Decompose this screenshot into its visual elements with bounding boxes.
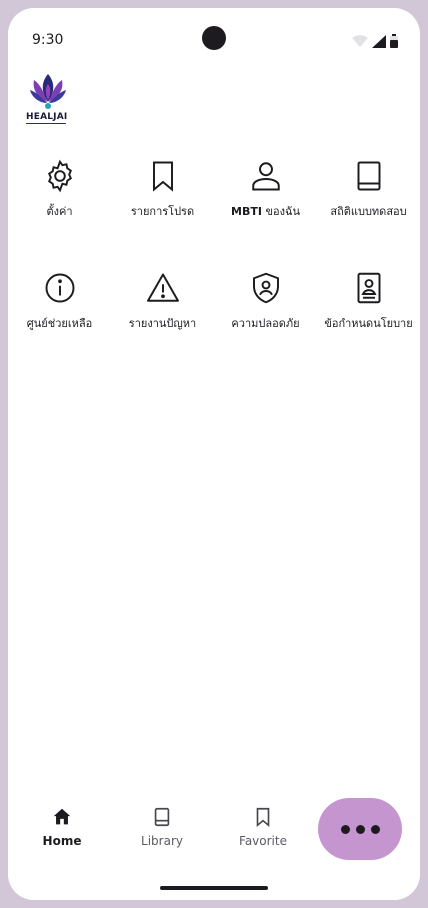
wifi-icon xyxy=(352,35,368,47)
lotus-logo-icon xyxy=(30,74,66,109)
menu-item-quiz-stats[interactable]: สถิติแบบทดสอบ xyxy=(317,158,420,220)
menu-item-label: ตั้งค่า xyxy=(46,205,73,218)
camera-cutout xyxy=(202,26,226,50)
more-button[interactable] xyxy=(318,798,402,860)
menu-item-label: รายการโปรด xyxy=(130,205,195,218)
more-dot-icon xyxy=(370,824,380,834)
menu-item-label: MBTI ของฉัน xyxy=(231,202,300,220)
menu-item-label: ศูนย์ช่วยเหลือ xyxy=(26,317,93,330)
menu-item-my-mbti[interactable]: MBTI ของฉัน xyxy=(214,158,317,220)
bottom-navigation: Home Library Favorite xyxy=(8,788,420,900)
menu-item-label: รายงานปัญหา xyxy=(128,317,197,330)
logo-underline xyxy=(26,123,66,124)
home-icon xyxy=(53,808,71,825)
bookmark-icon xyxy=(152,161,173,192)
menu-grid: ตั้งค่า รายการโปรด MBTI ของฉัน สถิติแบบท… xyxy=(8,158,420,332)
contact-book-icon xyxy=(357,272,380,304)
healjai-logo: HEALJAI xyxy=(26,72,70,124)
logo-text: HEALJAI xyxy=(26,112,68,122)
more-dot-icon xyxy=(340,824,350,834)
menu-item-label: ข้อกำหนดนโยบาย xyxy=(324,317,413,330)
menu-item-terms-policy[interactable]: ข้อกำหนดนโยบาย xyxy=(317,270,420,332)
menu-item-report-problem[interactable]: รายงานปัญหา xyxy=(111,270,214,332)
bookmark-icon xyxy=(256,807,270,828)
shield-person-icon xyxy=(252,272,279,304)
warning-icon xyxy=(146,273,179,302)
menu-item-label: สถิติแบบทดสอบ xyxy=(330,205,407,218)
signal-icon xyxy=(372,34,386,48)
device-frame: 9:30 HEALJAI ตั้งค่า รายการโปรด MBTI ของ… xyxy=(0,0,428,908)
menu-item-settings[interactable]: ตั้งค่า xyxy=(8,158,111,220)
book-icon xyxy=(357,161,380,191)
status-icons xyxy=(352,34,398,48)
info-icon xyxy=(45,273,74,303)
mine-label: ของฉัน xyxy=(261,205,300,218)
home-indicator[interactable] xyxy=(160,886,268,890)
more-dot-icon xyxy=(355,824,365,834)
nav-library[interactable]: Library xyxy=(122,806,202,848)
library-icon xyxy=(154,807,170,827)
nav-label: Library xyxy=(141,834,183,848)
mbti-label: MBTI xyxy=(231,205,262,218)
battery-icon xyxy=(390,34,398,48)
menu-item-favorites[interactable]: รายการโปรด xyxy=(111,158,214,220)
status-time: 9:30 xyxy=(32,32,64,48)
person-icon xyxy=(251,162,280,191)
screen: 9:30 HEALJAI ตั้งค่า รายการโปรด MBTI ของ… xyxy=(8,8,420,900)
nav-home[interactable]: Home xyxy=(22,806,102,848)
menu-item-help-center[interactable]: ศูนย์ช่วยเหลือ xyxy=(8,270,111,332)
nav-favorite[interactable]: Favorite xyxy=(223,806,303,848)
menu-item-security[interactable]: ความปลอดภัย xyxy=(214,270,317,332)
menu-item-label: ความปลอดภัย xyxy=(231,317,300,330)
nav-label: Favorite xyxy=(239,834,287,848)
gear-icon xyxy=(47,159,72,193)
nav-label: Home xyxy=(42,834,82,848)
